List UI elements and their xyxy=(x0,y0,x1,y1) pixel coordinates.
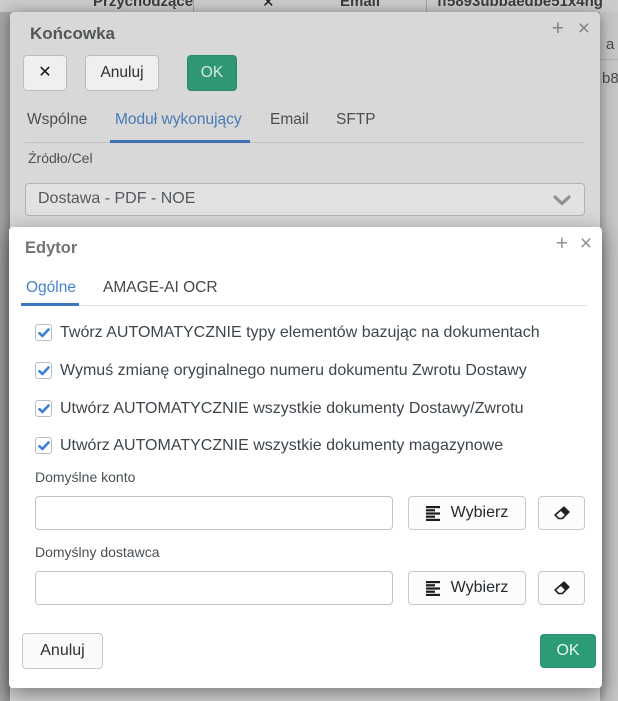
koncowka-dialog-title: Końcowka xyxy=(30,24,115,44)
edytor-ok-button[interactable]: OK xyxy=(540,634,596,668)
checkmark-icon xyxy=(38,404,50,414)
eraser-icon xyxy=(553,580,571,597)
koncowka-close-button[interactable]: ✕ xyxy=(23,55,67,91)
checkbox-checked[interactable] xyxy=(35,324,52,341)
background-cell-type: Przychodzące xyxy=(93,0,193,10)
column-divider xyxy=(426,0,427,12)
source-target-selected-value: Dostawa - PDF - NOE xyxy=(38,190,195,208)
active-tab-underline xyxy=(21,303,79,306)
checkbox-label[interactable]: Twórz AUTOMATYCZNIE typy elementów bazuj… xyxy=(60,324,540,342)
background-row-close-icon: ✕ xyxy=(262,0,275,11)
checkmark-icon xyxy=(38,328,50,338)
checkbox-checked[interactable] xyxy=(35,400,52,417)
checkbox-label[interactable]: Wymuś zmianę oryginalnego numeru dokumen… xyxy=(60,362,527,380)
default-account-input[interactable] xyxy=(35,496,393,530)
column-divider xyxy=(193,0,194,12)
default-account-clear-button[interactable] xyxy=(538,496,585,530)
list-icon xyxy=(426,505,442,521)
eraser-icon xyxy=(553,505,571,522)
choose-button-label: Wybierz xyxy=(451,579,509,597)
maximize-icon[interactable]: + xyxy=(556,233,568,255)
maximize-icon[interactable]: + xyxy=(552,18,564,40)
edytor-cancel-button[interactable]: Anuluj xyxy=(22,633,103,669)
background-fragment: a xyxy=(606,36,614,53)
tab-modul-wykonujacy[interactable]: Moduł wykonujący xyxy=(115,111,242,129)
source-target-select[interactable]: Dostawa - PDF - NOE xyxy=(25,183,585,216)
checkbox-checked[interactable] xyxy=(35,437,52,454)
tab-wspolne[interactable]: Wspólne xyxy=(27,111,87,129)
default-supplier-clear-button[interactable] xyxy=(538,571,585,605)
list-icon xyxy=(426,580,442,596)
row-divider xyxy=(600,59,618,60)
checkmark-icon xyxy=(38,366,50,376)
tab-sftp[interactable]: SFTP xyxy=(336,111,376,129)
edytor-dialog: Edytor + × Ogólne AMAGE-AI OCR Twórz AUT… xyxy=(9,227,602,688)
default-account-choose-button[interactable]: Wybierz xyxy=(408,496,526,530)
background-table-row: Przychodzące ✕ Email ff5893ubbaedbe51x4n… xyxy=(0,0,618,12)
background-page-edge: a b8 xyxy=(600,12,618,701)
tab-ogolne[interactable]: Ogólne xyxy=(26,279,76,297)
koncowka-cancel-button[interactable]: Anuluj xyxy=(85,55,159,91)
default-supplier-label: Domyślny dostawca xyxy=(35,544,160,560)
checkbox-label[interactable]: Utwórz AUTOMATYCZNIE wszystkie dokumenty… xyxy=(60,400,524,418)
checkbox-checked[interactable] xyxy=(35,362,52,379)
tabbar-divider xyxy=(25,142,585,143)
checkmark-icon xyxy=(38,441,50,451)
background-cell-hash: ff5893ubbaedbe51x4ng xyxy=(437,0,603,10)
tab-amage-ai-ocr[interactable]: AMAGE-AI OCR xyxy=(103,279,218,297)
default-supplier-input[interactable] xyxy=(35,571,393,605)
close-icon[interactable]: × xyxy=(580,233,592,255)
close-icon[interactable]: × xyxy=(578,18,590,40)
edytor-dialog-title: Edytor xyxy=(25,239,77,258)
checkbox-label[interactable]: Utwórz AUTOMATYCZNIE wszystkie dokumenty… xyxy=(60,437,503,455)
background-fragment: b8 xyxy=(602,70,618,87)
tab-email[interactable]: Email xyxy=(270,111,309,129)
default-supplier-choose-button[interactable]: Wybierz xyxy=(408,571,526,605)
tabbar-divider xyxy=(23,305,588,306)
choose-button-label: Wybierz xyxy=(451,504,509,522)
default-account-label: Domyślne konto xyxy=(35,469,135,485)
source-target-label: Źródło/Cel xyxy=(28,150,93,166)
active-tab-underline xyxy=(110,140,250,143)
koncowka-ok-button[interactable]: OK xyxy=(187,55,237,91)
background-cell-kind: Email xyxy=(340,0,380,10)
chevron-down-icon xyxy=(553,195,571,206)
